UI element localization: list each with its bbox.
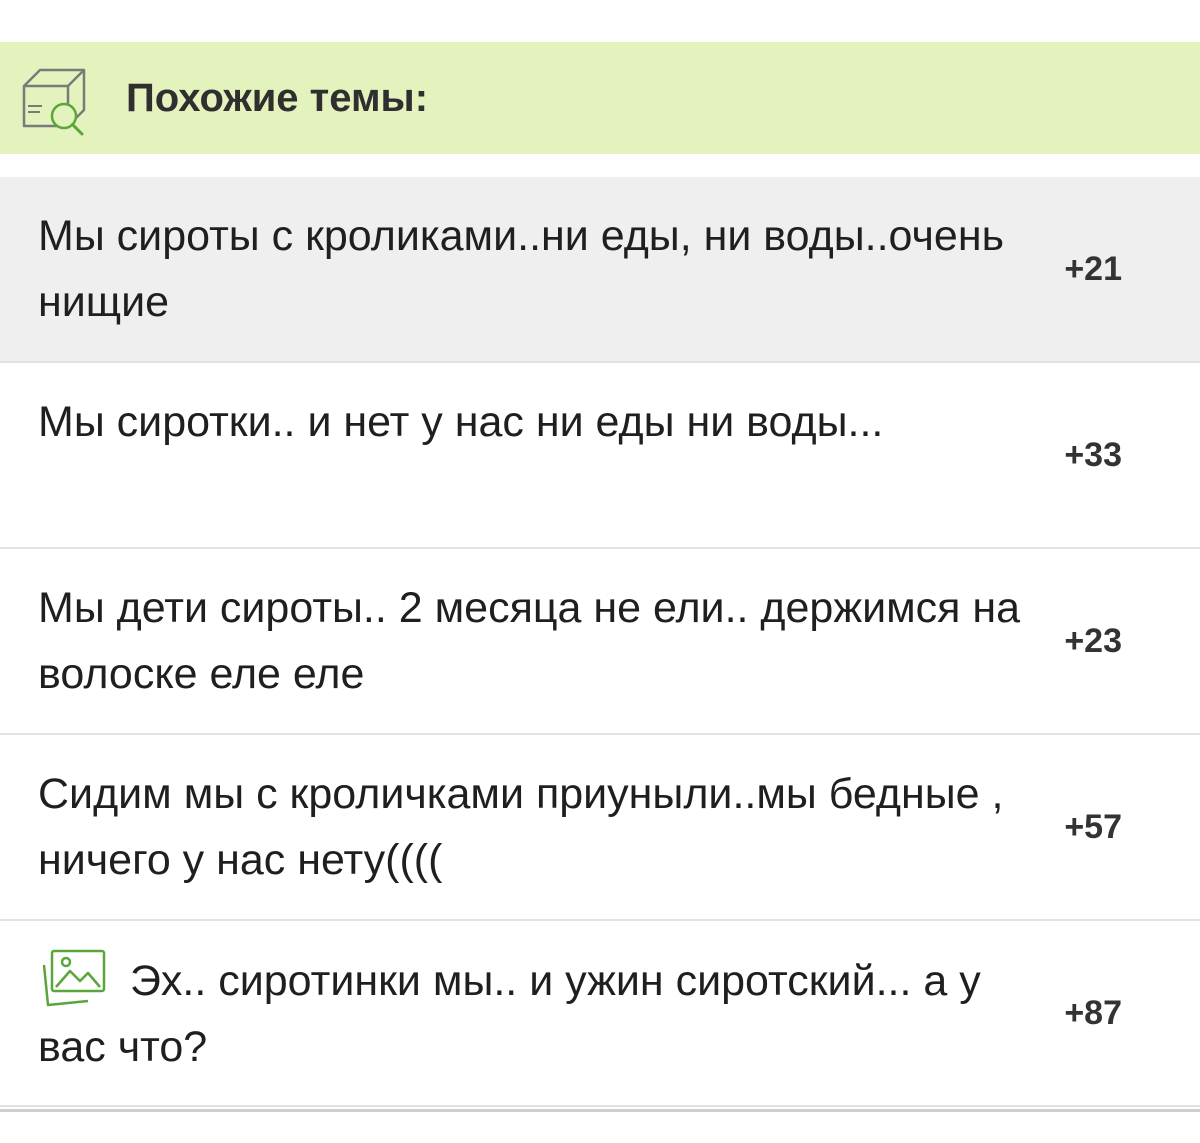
topic-title[interactable]: Сидим мы с кроличками приуныли..мы бедны… xyxy=(38,761,1038,893)
box-search-icon xyxy=(20,60,94,136)
topic-title-with-image[interactable]: Эх.. сиротинки мы.. и ужин сиротский... … xyxy=(38,947,1038,1080)
similar-topics-header: Похожие темы: xyxy=(0,42,1200,154)
topic-title[interactable]: Мы сиротки.. и нет у нас ни еды ни воды.… xyxy=(38,389,1038,455)
topic-score: +33 xyxy=(1064,436,1122,474)
topic-title[interactable]: Мы дети сироты.. 2 месяца не ели.. держи… xyxy=(38,575,1038,707)
topic-title: Эх.. сиротинки мы.. и ужин сиротский... … xyxy=(38,957,981,1071)
bottom-divider xyxy=(0,1109,1200,1112)
topic-item[interactable]: Мы сиротки.. и нет у нас ни еды ни воды.… xyxy=(0,363,1200,549)
topic-score: +87 xyxy=(1064,994,1122,1032)
topic-item[interactable]: Сидим мы с кроличками приуныли..мы бедны… xyxy=(0,735,1200,921)
topic-item[interactable]: Мы дети сироты.. 2 месяца не ели.. держи… xyxy=(0,549,1200,735)
header-title: Похожие темы: xyxy=(126,76,429,120)
topics-list: Мы сироты с кроликами..ни еды, ни воды..… xyxy=(0,177,1200,1107)
image-icon xyxy=(38,947,108,1009)
topic-score: +21 xyxy=(1064,250,1122,288)
topic-item[interactable]: Эх.. сиротинки мы.. и ужин сиротский... … xyxy=(0,921,1200,1107)
topic-item[interactable]: Мы сироты с кроликами..ни еды, ни воды..… xyxy=(0,177,1200,363)
topic-title[interactable]: Мы сироты с кроликами..ни еды, ни воды..… xyxy=(38,203,1038,335)
topic-score: +23 xyxy=(1064,622,1122,660)
topic-score: +57 xyxy=(1064,808,1122,846)
